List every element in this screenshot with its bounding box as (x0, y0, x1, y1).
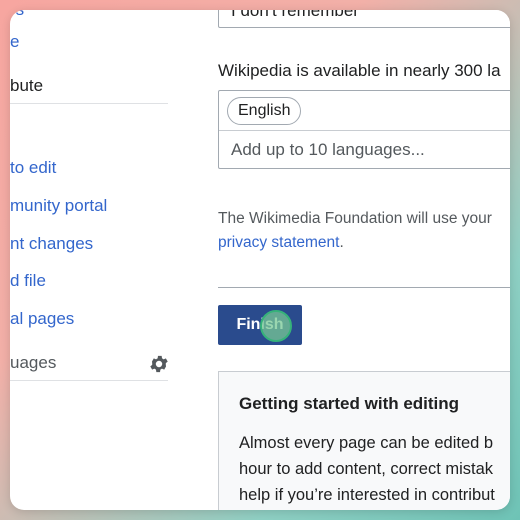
main-content: I don't remember Wikipedia is available … (218, 10, 510, 510)
sidebar-item-upload-file[interactable]: d file (10, 271, 46, 291)
privacy-statement-link[interactable]: privacy statement (218, 234, 339, 251)
privacy-text: The Wikimedia Foundation will use your (218, 210, 492, 227)
sidebar-item-special-pages[interactable]: al pages (10, 309, 74, 329)
sidebar-divider (10, 380, 168, 381)
languages-question: Wikipedia is available in nearly 300 la (218, 61, 501, 80)
section-divider (218, 287, 510, 288)
sidebar-item-recent-changes[interactable]: nt changes (10, 234, 93, 254)
language-selector: English (218, 90, 510, 169)
browser-page: rs e bute to edit munity portal nt chang… (10, 10, 510, 510)
sidebar-languages-heading: uages (10, 353, 57, 372)
privacy-period: . (339, 234, 344, 251)
sidebar: rs e bute to edit munity portal nt chang… (10, 10, 180, 510)
getting-started-title: Getting started with editing (239, 394, 460, 413)
sidebar-item-contribute[interactable]: bute (10, 76, 43, 96)
language-chip-english[interactable]: English (227, 97, 302, 125)
getting-started-line: Almost every page can be edited b (239, 434, 494, 452)
getting-started-box: Getting started with editing Almost ever… (218, 371, 510, 510)
getting-started-line: help if you’re interested in contribut (239, 486, 495, 504)
add-language-input[interactable] (229, 139, 510, 161)
language-selector-divider (219, 130, 510, 131)
previous-answer-field[interactable]: I don't remember (218, 10, 510, 28)
sidebar-item-learn-to-edit[interactable]: to edit (10, 158, 56, 178)
sidebar-item-community-portal[interactable]: munity portal (10, 196, 107, 216)
gear-icon[interactable] (148, 353, 170, 375)
finish-button[interactable]: Finish (218, 305, 302, 345)
getting-started-line: hour to add content, correct mistak (239, 460, 494, 478)
getting-started-text: Almost every page can be edited b hour t… (239, 430, 495, 508)
privacy-notice: The Wikimedia Foundation will use your p… (218, 207, 492, 255)
previous-answer-text: I don't remember (231, 10, 359, 20)
sidebar-divider (10, 103, 168, 104)
sidebar-item-top[interactable]: rs (10, 10, 24, 20)
sidebar-item-link[interactable]: e (10, 32, 19, 52)
